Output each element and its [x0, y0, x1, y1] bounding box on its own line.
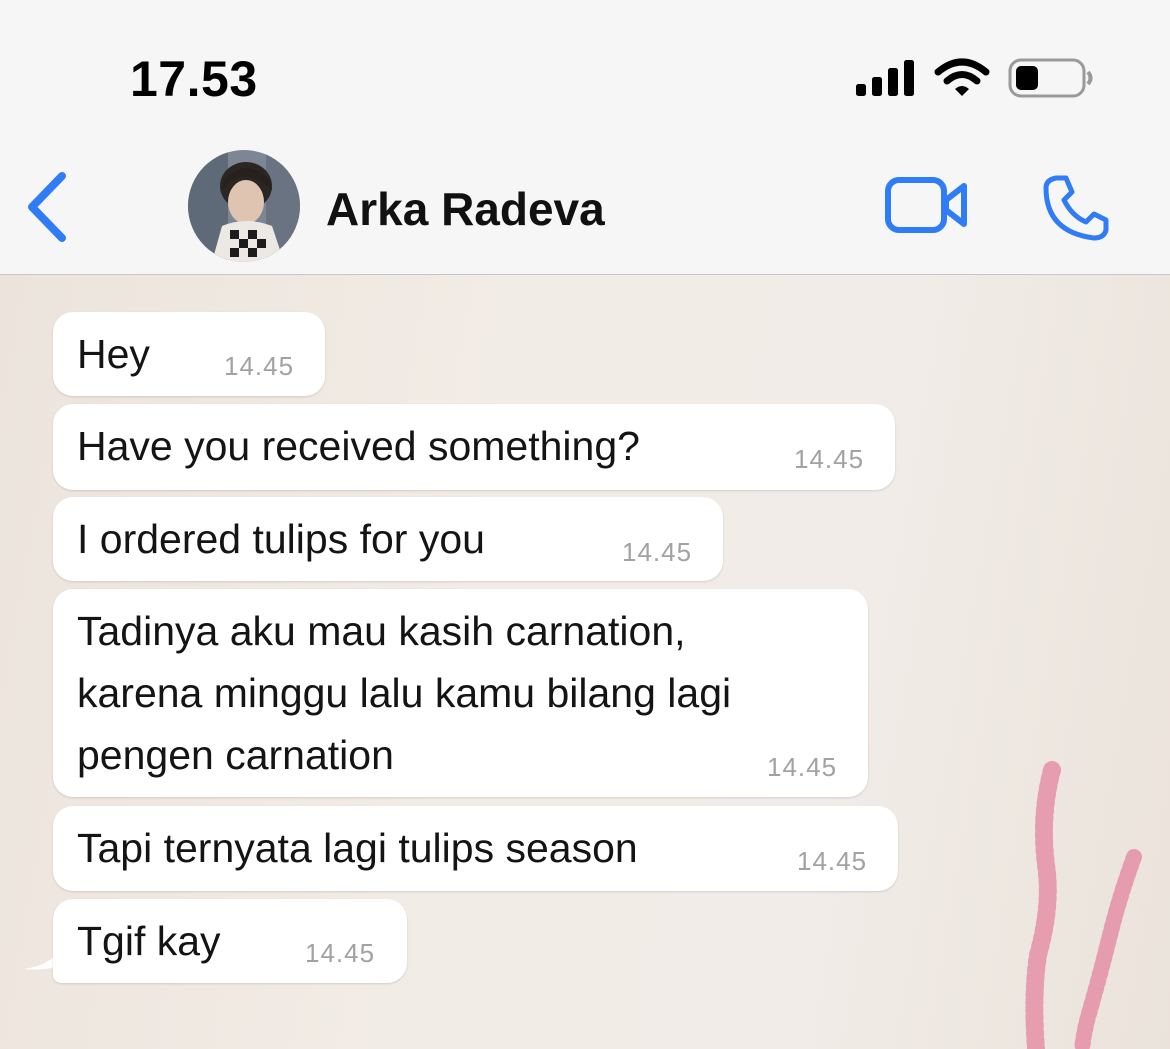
message-bubble[interactable]: Have you received something? 14.45	[53, 404, 895, 490]
chevron-left-icon[interactable]	[22, 172, 70, 242]
message-bubble[interactable]: Tadinya aku mau kasih carnation, karena …	[53, 589, 868, 797]
message-text: Hey	[77, 331, 150, 377]
cellular-signal-icon	[856, 60, 914, 96]
chat-header: Arka Radeva	[0, 140, 1170, 275]
contact-avatar[interactable]	[188, 150, 300, 262]
message-time: 14.45	[794, 444, 865, 474]
message-time: 14.45	[767, 752, 838, 782]
message-time: 14.45	[305, 938, 376, 968]
message-text: Tadinya aku mau kasih carnation, karena …	[77, 608, 732, 778]
battery-icon	[1008, 58, 1093, 98]
message-time: 14.45	[797, 846, 868, 876]
video-camera-icon[interactable]	[884, 176, 970, 234]
status-time: 17.53	[130, 51, 258, 107]
phone-icon[interactable]	[1042, 174, 1110, 242]
message-time: 14.45	[224, 351, 295, 381]
message-time: 14.45	[622, 537, 693, 567]
contact-name[interactable]: Arka Radeva	[326, 182, 605, 236]
chat-area[interactable]: Hey 14.45 Have you received something? 1…	[0, 275, 1170, 1049]
message-bubble[interactable]: Tapi ternyata lagi tulips season 14.45	[53, 806, 898, 891]
message-text: Have you received something?	[77, 423, 640, 469]
message-bubble[interactable]: I ordered tulips for you 14.45	[53, 497, 723, 581]
wifi-icon	[934, 58, 990, 96]
message-text: Tapi ternyata lagi tulips season	[77, 825, 638, 871]
message-text: I ordered tulips for you	[77, 516, 485, 562]
message-bubble[interactable]: Hey 14.45	[53, 312, 325, 396]
message-bubble[interactable]: Tgif kay 14.45	[53, 899, 407, 983]
status-bar: 17.53	[0, 0, 1170, 140]
message-text: Tgif kay	[77, 918, 221, 964]
